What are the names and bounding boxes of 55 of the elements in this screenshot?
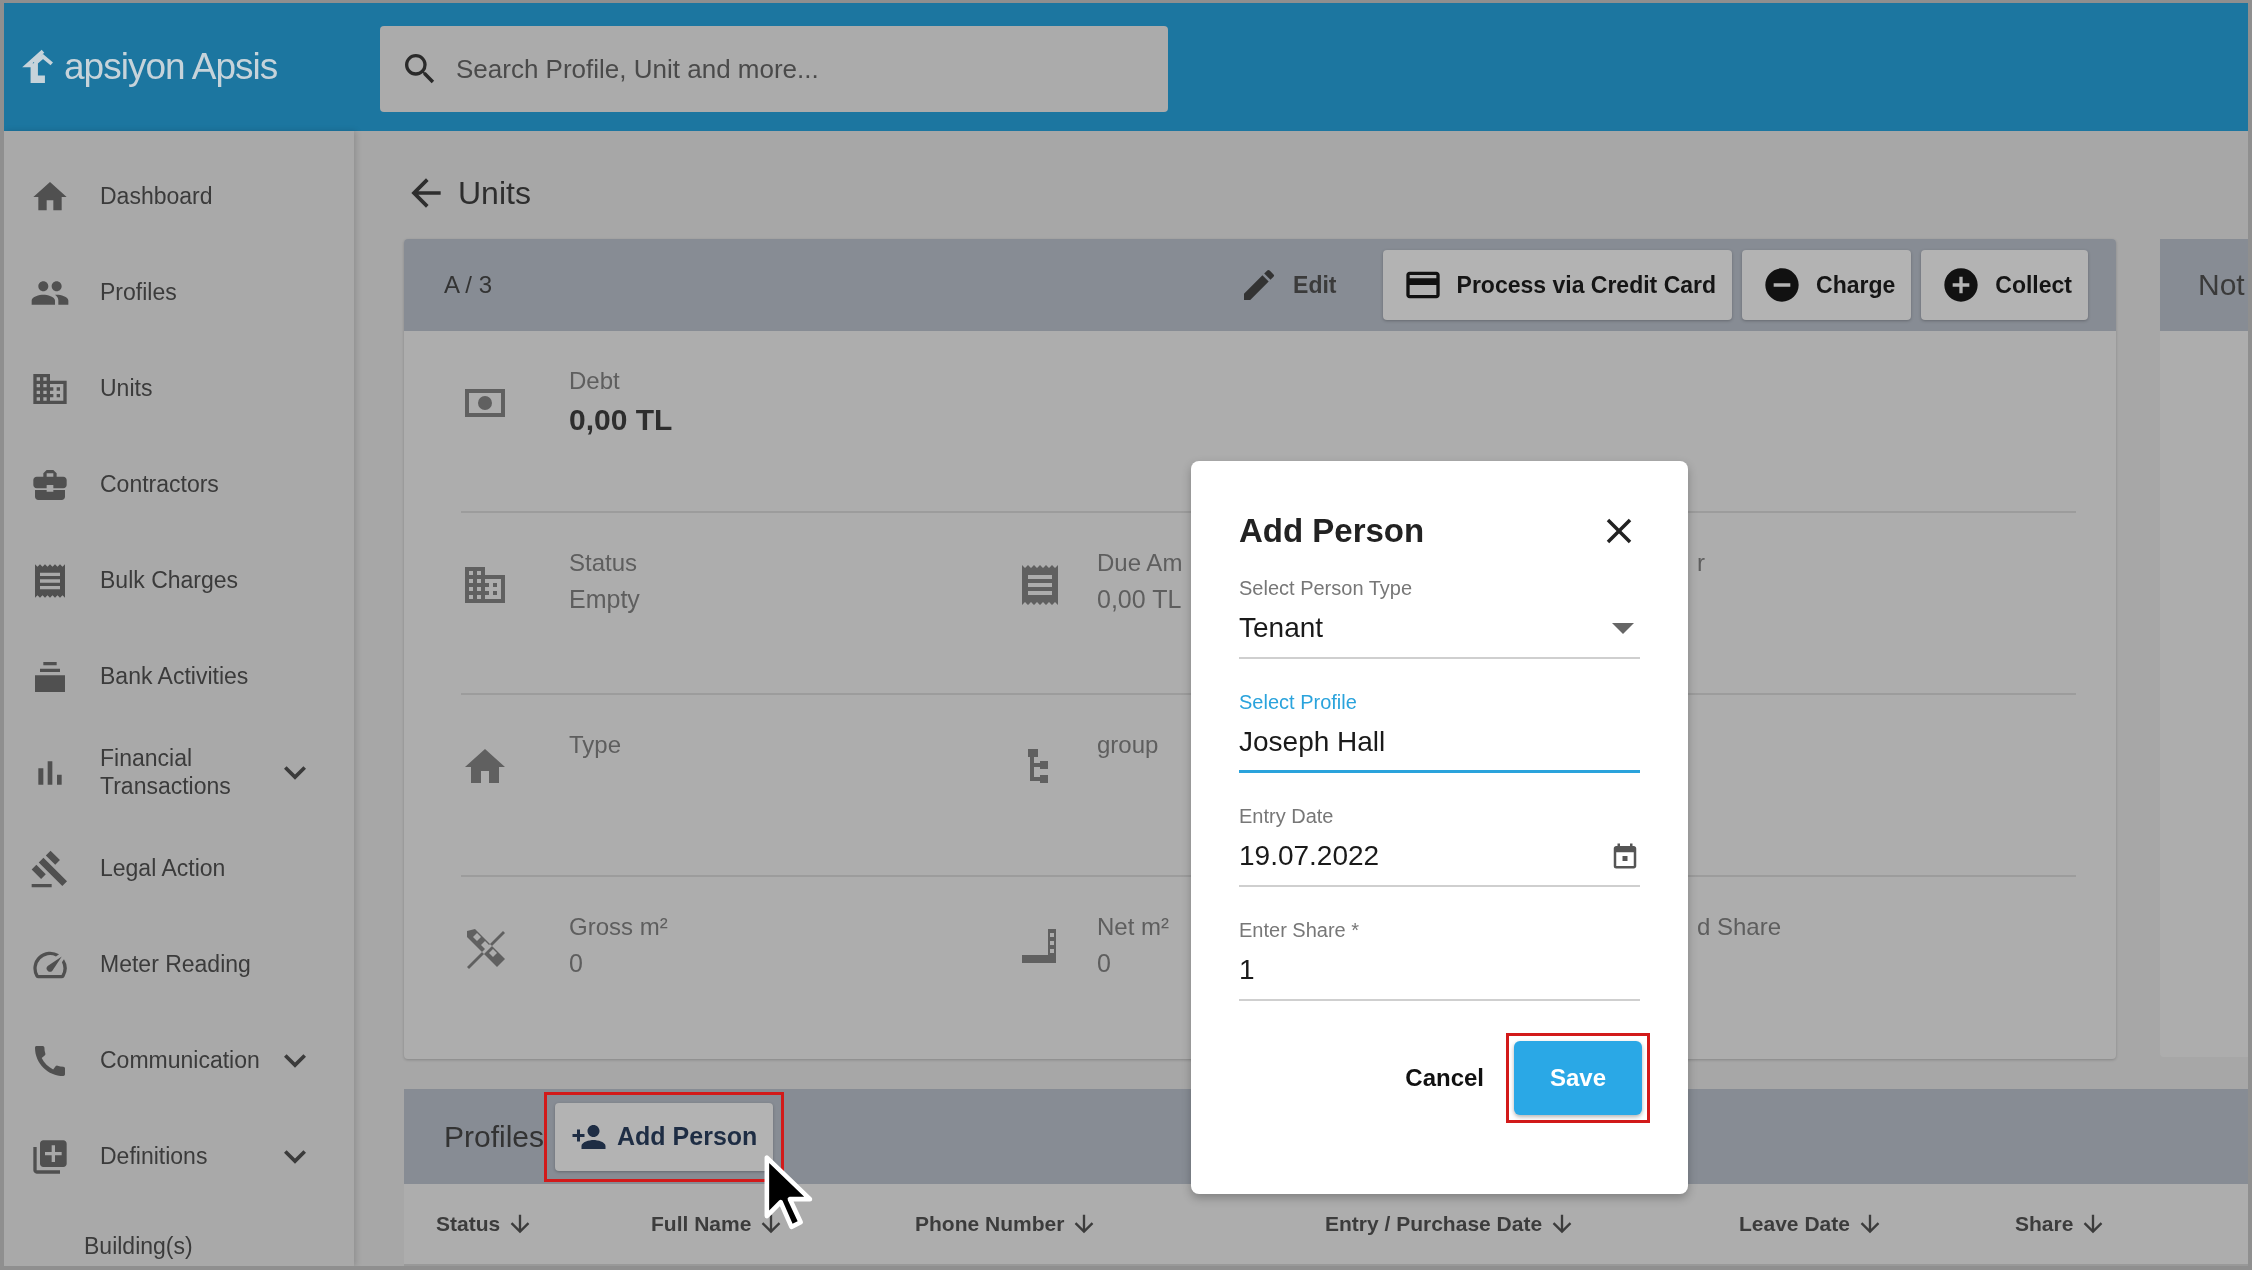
sidebar-item[interactable]: Dashboard [4,149,354,245]
action-button[interactable]: Charge [1742,250,1912,320]
input-field[interactable]: Select Profile Joseph Hall [1239,691,1640,773]
chevron-down-icon [284,766,306,780]
action-button[interactable]: Collect [1921,250,2088,320]
sidebar-item[interactable]: Legal Action [4,821,354,917]
column-header[interactable]: Entry / Purchase Date [1325,1210,1577,1238]
field-label: d Share [1697,913,1782,941]
sidebar-item[interactable]: Meter Reading [4,917,354,1013]
cancel-button[interactable]: Cancel [1391,1041,1498,1115]
gavel-icon [30,849,70,889]
sidebar-item[interactable]: Definitions [4,1109,354,1205]
column-header[interactable]: Phone Number [915,1210,1099,1238]
field-label: Status [569,549,638,577]
dialog-title: Add Person [1239,512,1425,550]
field-label: Gross m² [569,913,668,941]
sidebar-item[interactable]: Communication [4,1013,354,1109]
sidebar-item[interactable]: Profiles [4,245,354,341]
field-label: Type [569,731,622,759]
search-field[interactable]: Search Profile, Unit and more... [380,26,1168,112]
sidebar-item[interactable]: Contractors [4,437,354,533]
dropdown-arrow-icon [1612,622,1634,634]
edit-button[interactable]: Edit [1219,250,1353,320]
field-label: r [1697,549,1705,577]
column-header[interactable]: Leave Date [1739,1210,1884,1238]
chevron-down-icon [284,1054,306,1068]
field-value: Empty [569,585,640,614]
column-header[interactable]: Status [436,1210,535,1238]
field-label: Debt [569,367,620,395]
logo: apsiyon Apsis [64,46,278,88]
column-header[interactable]: Share [2015,1210,2108,1238]
field-value: 0 [569,949,583,978]
add-person-button[interactable]: Add Person [555,1102,774,1171]
select-field[interactable]: Select Person Type Tenant [1239,577,1640,659]
input-field[interactable]: Enter Share * 1 [1239,919,1640,1001]
sidebar-item[interactable]: Building(s) [4,1205,354,1261]
field-label: Due Am [1097,549,1183,577]
unit-title: A / 3 [444,271,494,299]
field-value: 0,00 TL [1097,585,1182,614]
field-value: 0,00 TL [569,403,673,437]
field-label: Net m² [1097,913,1169,941]
sidebar-item[interactable]: Units [4,341,354,437]
save-button[interactable]: Save [1514,1041,1642,1115]
section-title: Profiles [444,1119,545,1154]
card-title: Not [2198,268,2245,302]
field-value: 0 [1097,949,1111,978]
date-field[interactable]: Entry Date 19.07.2022 [1239,805,1640,887]
add-box-icon [30,1137,70,1177]
action-button[interactable]: Process via Credit Card [1382,250,1733,320]
sidebar-item[interactable]: Bulk Charges [4,533,354,629]
field-label: group [1097,731,1159,759]
sidebar-item[interactable]: Financial Transactions [4,725,354,821]
chevron-down-icon [284,1150,306,1164]
sidebar-item[interactable]: Bank Activities [4,629,354,725]
page-title: Units [458,174,531,212]
